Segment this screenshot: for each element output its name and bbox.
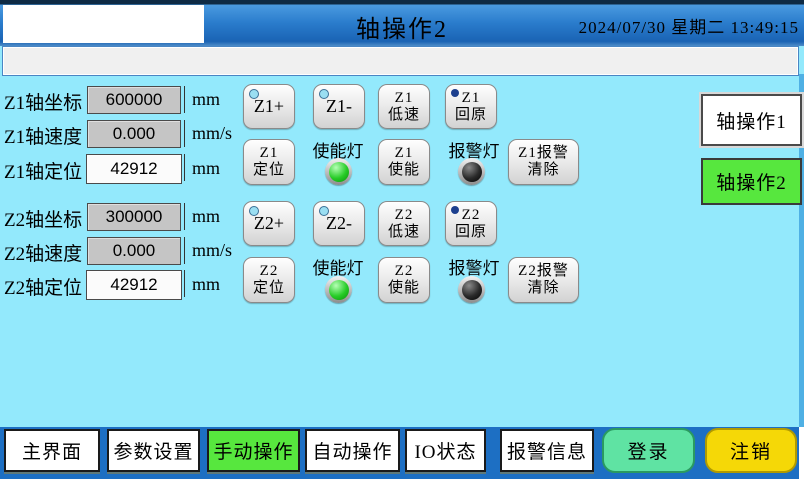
- indicator-dot-icon: [319, 89, 329, 99]
- button-label: Z1报警: [518, 145, 569, 162]
- nav-alarm-info[interactable]: 报警信息: [500, 429, 594, 472]
- button-label: Z1: [462, 90, 481, 107]
- button-label: 定位: [253, 280, 285, 297]
- nav-parameter-setup[interactable]: 参数设置: [107, 429, 200, 472]
- z2-target-input[interactable]: 42912: [86, 270, 182, 300]
- z2-coord-value: 300000: [87, 203, 181, 231]
- z2-target-label: Z2轴定位: [4, 273, 82, 300]
- nav-auto-operation[interactable]: 自动操作: [305, 429, 400, 472]
- z1-speed-unit: mm/s: [192, 123, 232, 144]
- nav-manual-operation[interactable]: 手动操作: [207, 429, 300, 472]
- button-label: 使能: [388, 162, 420, 179]
- z2-coord-unit: mm: [192, 206, 220, 227]
- divider: [184, 120, 185, 147]
- indicator-dot-icon: [451, 206, 459, 214]
- logout-button[interactable]: 注销: [705, 428, 797, 473]
- datetime-display: 2024/07/30 星期二 13:49:15: [579, 13, 799, 38]
- z2-enable-lamp: [325, 276, 352, 303]
- led-green-icon: [329, 162, 349, 182]
- button-label: 使能: [388, 280, 420, 297]
- button-label: Z2报警: [518, 263, 569, 280]
- led-black-icon: [462, 162, 482, 182]
- z1-target-unit: mm: [192, 158, 220, 179]
- led-black-icon: [462, 280, 482, 300]
- z2-enable-button[interactable]: Z2 使能: [378, 257, 430, 303]
- z1-alarm-lamp: [458, 158, 485, 185]
- button-label: Z1-: [326, 98, 352, 115]
- z1-speed-value: 0.000: [87, 120, 181, 148]
- login-button[interactable]: 登录: [602, 428, 695, 473]
- z1-speed-label: Z1轴速度: [4, 122, 82, 149]
- button-label: Z1: [395, 145, 414, 162]
- button-label: 定位: [253, 162, 285, 179]
- button-label: 低速: [388, 107, 420, 124]
- z2-coord-label: Z2轴坐标: [4, 205, 82, 232]
- tab-axis-op-1[interactable]: 轴操作1: [701, 94, 802, 146]
- button-label: 回原: [455, 107, 487, 124]
- z2-alarm-clear-button[interactable]: Z2报警 清除: [508, 257, 579, 303]
- button-label: Z1: [395, 90, 414, 107]
- z1-position-button[interactable]: Z1 定位: [243, 139, 295, 185]
- title-bar: 轴操作2 2024/07/30 星期二 13:49:15: [0, 0, 804, 46]
- z2-speed-label: Z2轴速度: [4, 239, 82, 266]
- indicator-dot-icon: [451, 89, 459, 97]
- led-green-icon: [329, 280, 349, 300]
- z2-alarm-lamp: [458, 276, 485, 303]
- button-label: 回原: [455, 224, 487, 241]
- z1-enable-lamp: [325, 158, 352, 185]
- divider: [184, 270, 185, 297]
- nav-main-screen[interactable]: 主界面: [4, 429, 100, 472]
- nav-io-status[interactable]: IO状态: [405, 429, 486, 472]
- z1-target-label: Z1轴定位: [4, 157, 82, 184]
- z2-jog-minus-button[interactable]: Z2-: [313, 201, 365, 246]
- divider: [184, 86, 185, 113]
- z2-position-button[interactable]: Z2 定位: [243, 257, 295, 303]
- divider: [184, 154, 185, 181]
- z1-jog-minus-button[interactable]: Z1-: [313, 84, 365, 129]
- clipped-edge-element: [799, 427, 804, 479]
- z1-alarm-clear-button[interactable]: Z1报警 清除: [508, 139, 579, 185]
- z2-low-speed-button[interactable]: Z2 低速: [378, 201, 430, 246]
- button-label: Z2: [395, 207, 414, 224]
- button-label: Z2: [395, 263, 414, 280]
- hmi-screen: 轴操作2 2024/07/30 星期二 13:49:15 Z1轴坐标 60000…: [0, 0, 804, 479]
- button-label: Z2-: [326, 215, 352, 232]
- z1-coord-unit: mm: [192, 89, 220, 110]
- z2-speed-value: 0.000: [87, 237, 181, 265]
- button-label: Z2: [462, 207, 481, 224]
- z2-speed-unit: mm/s: [192, 240, 232, 261]
- button-label: 低速: [388, 224, 420, 241]
- button-label: Z2+: [254, 215, 284, 232]
- button-label: 清除: [527, 162, 559, 179]
- indicator-dot-icon: [249, 89, 259, 99]
- divider: [184, 237, 185, 264]
- z1-enable-button[interactable]: Z1 使能: [378, 139, 430, 185]
- indicator-dot-icon: [319, 206, 329, 216]
- z1-jog-plus-button[interactable]: Z1+: [243, 84, 295, 129]
- button-label: Z1: [260, 145, 279, 162]
- tab-axis-op-2[interactable]: 轴操作2: [701, 158, 802, 205]
- button-label: Z2: [260, 263, 279, 280]
- indicator-dot-icon: [249, 206, 259, 216]
- z1-coord-label: Z1轴坐标: [4, 88, 82, 115]
- z2-home-button[interactable]: Z2 回原: [445, 201, 497, 246]
- z1-coord-value: 600000: [87, 86, 181, 114]
- z1-low-speed-button[interactable]: Z1 低速: [378, 84, 430, 129]
- z2-jog-plus-button[interactable]: Z2+: [243, 201, 295, 246]
- button-label: Z1+: [254, 98, 284, 115]
- z2-target-unit: mm: [192, 274, 220, 295]
- z1-home-button[interactable]: Z1 回原: [445, 84, 497, 129]
- divider: [184, 203, 185, 230]
- message-bar: [2, 46, 799, 76]
- z1-target-input[interactable]: 42912: [86, 154, 182, 184]
- button-label: 清除: [527, 280, 559, 297]
